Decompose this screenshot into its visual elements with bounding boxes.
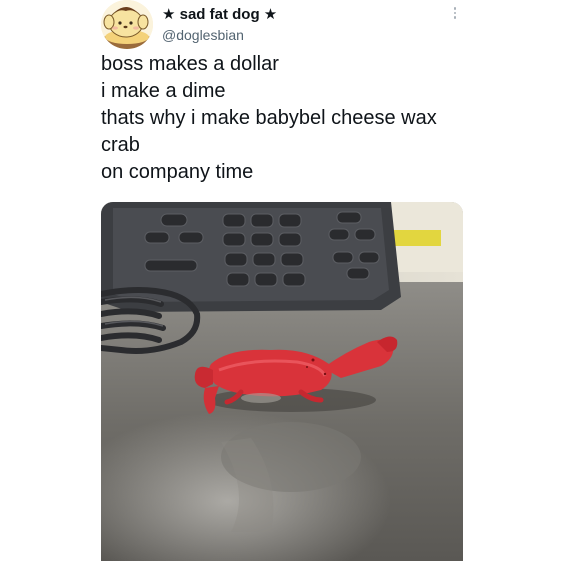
tweet-line: crab [101, 134, 140, 156]
tweet-line: i make a dime [101, 80, 226, 102]
pompompurin-avatar-icon [101, 0, 153, 49]
avatar[interactable] [101, 0, 153, 49]
user-handle[interactable]: @doglesbian [162, 27, 244, 43]
tweet-media-photo[interactable] [101, 202, 463, 561]
tweet-line: on company time [101, 161, 254, 183]
tweet-text: boss makes a dollar i make a dime thats … [101, 51, 481, 186]
display-name[interactable]: ★ sad fat dog ★ [162, 5, 277, 23]
more-vertical-icon[interactable] [446, 4, 464, 22]
tweet-line: boss makes a dollar [101, 53, 279, 75]
red-wax-crab-photo [101, 202, 463, 561]
tweet-line: thats why i make babybel cheese wax [101, 107, 437, 129]
